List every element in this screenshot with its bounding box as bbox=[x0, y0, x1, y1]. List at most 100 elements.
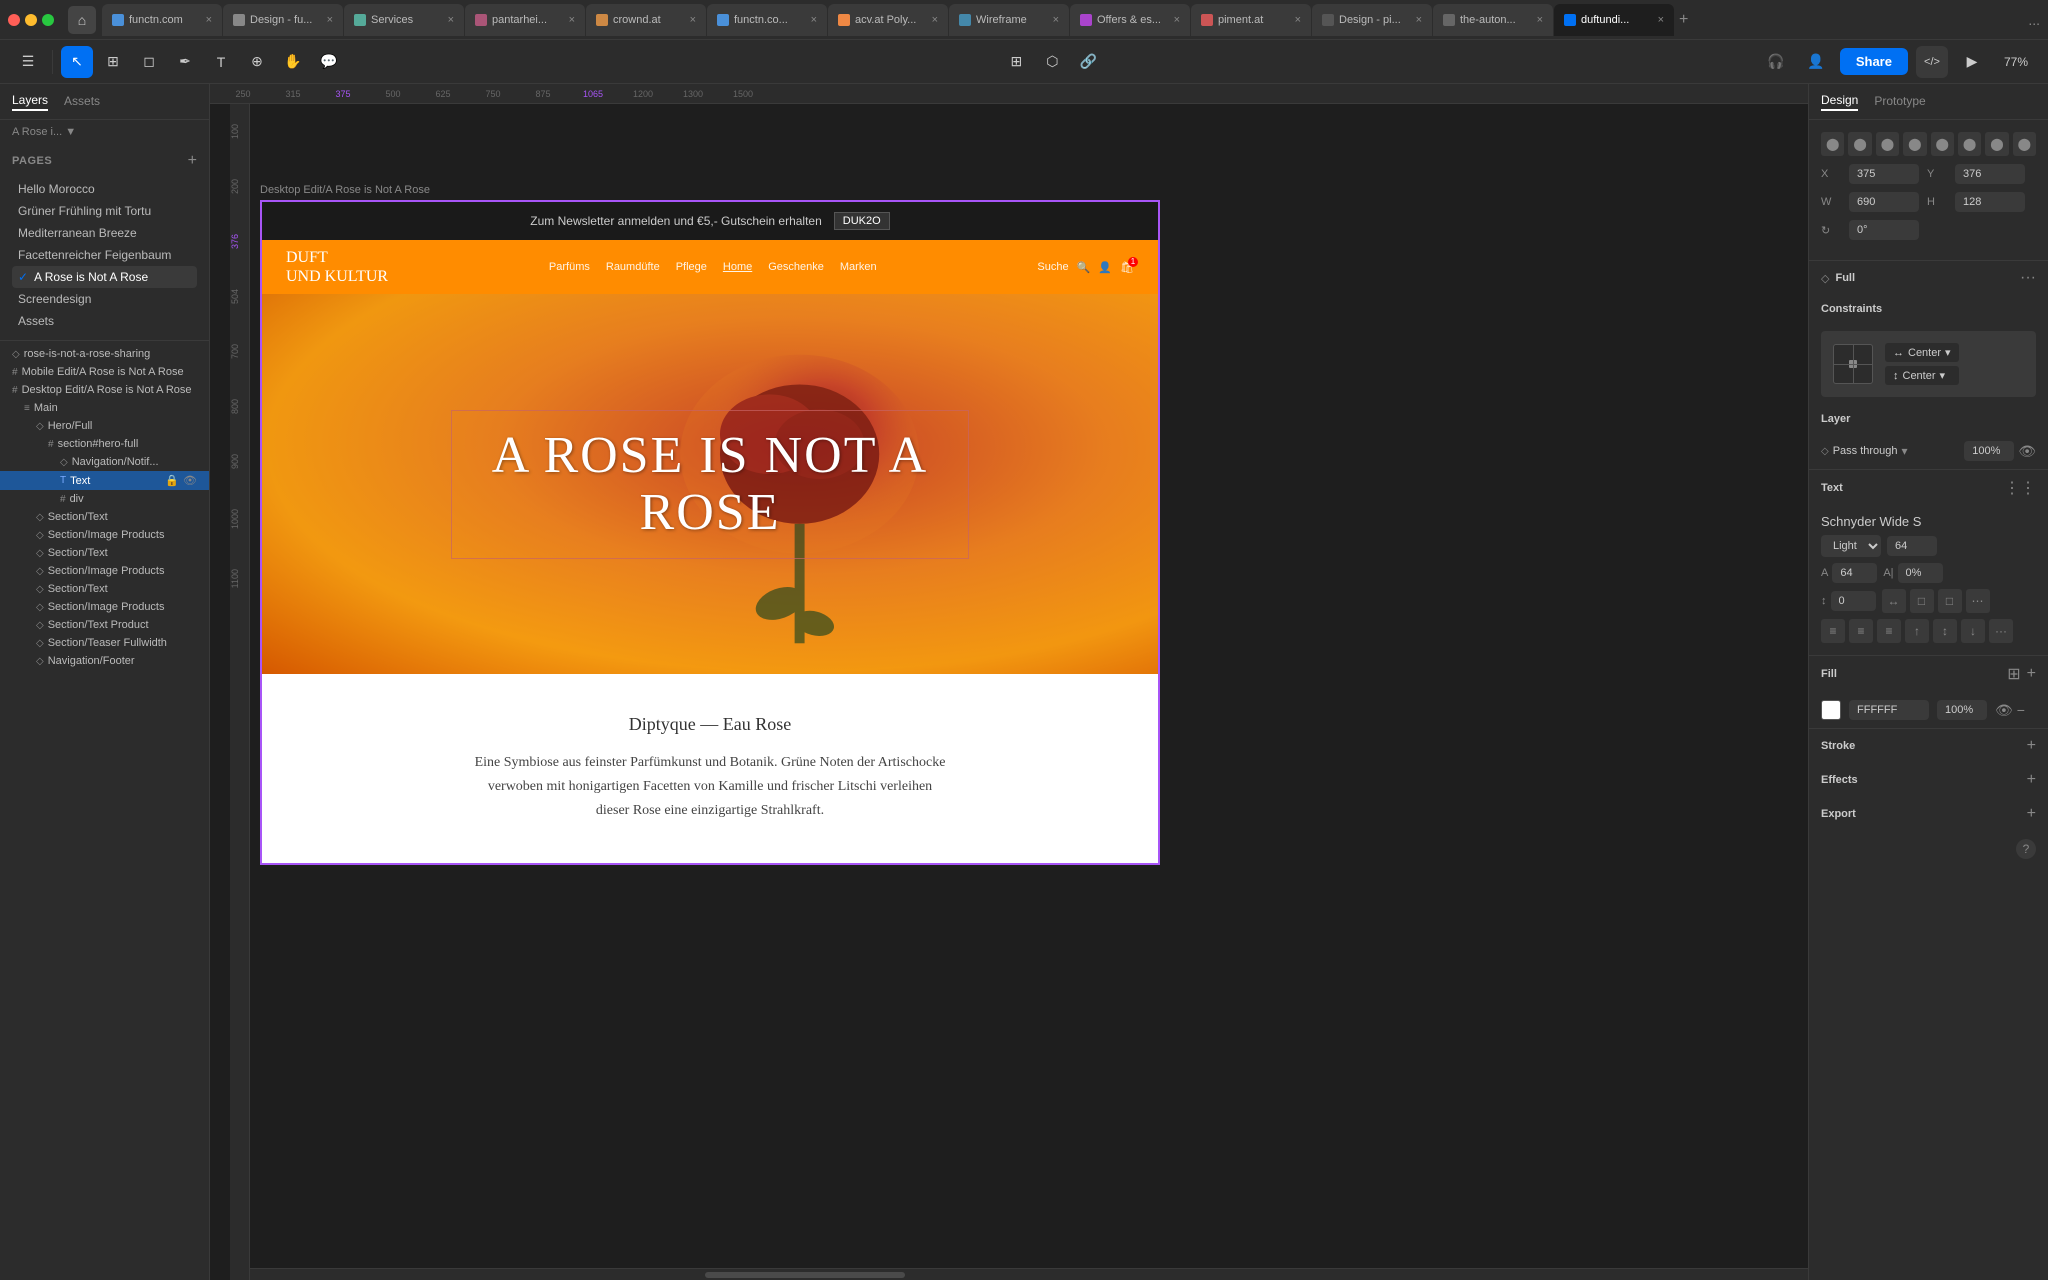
align-text-right-button[interactable]: ≡ bbox=[1877, 619, 1901, 643]
text-tool-button[interactable]: T bbox=[205, 46, 237, 78]
browser-tab[interactable]: functn.com× bbox=[102, 4, 222, 36]
cart-icon[interactable]: 🛍1 bbox=[1120, 261, 1134, 274]
text-more-button[interactable]: ⋯ bbox=[1966, 589, 1990, 613]
nav-link[interactable]: Raumdüfte bbox=[606, 261, 660, 273]
pen-tool-button[interactable]: ✒ bbox=[169, 46, 201, 78]
headphone-icon[interactable]: 🎧 bbox=[1760, 46, 1792, 78]
font-weight-select[interactable]: Light bbox=[1821, 535, 1881, 557]
layer-item[interactable]: ◇ Section/Text bbox=[0, 508, 209, 526]
browser-tab[interactable]: acv.at Poly...× bbox=[828, 4, 948, 36]
resize-auto-width-button[interactable]: ↔ bbox=[1882, 589, 1906, 613]
distribute-h-button[interactable]: ⬤ bbox=[1985, 132, 2008, 156]
constraint-v-select[interactable]: ↕ Center ▾ bbox=[1885, 366, 1959, 385]
font-size-input[interactable] bbox=[1887, 536, 1937, 556]
code-view-button[interactable]: </> bbox=[1916, 46, 1948, 78]
page-item[interactable]: Mediterranean Breeze bbox=[12, 222, 197, 244]
nav-link[interactable]: Pflege bbox=[676, 261, 707, 273]
browser-tab[interactable]: Design - fu...× bbox=[223, 4, 343, 36]
fill-opacity-input[interactable] bbox=[1937, 700, 1987, 720]
align-text-top-button[interactable]: ↑ bbox=[1905, 619, 1929, 643]
line-height-input[interactable] bbox=[1832, 563, 1877, 583]
menu-button[interactable]: ☰ bbox=[12, 46, 44, 78]
frame-tool-button[interactable]: ⊞ bbox=[97, 46, 129, 78]
nav-link[interactable]: Home bbox=[723, 261, 752, 273]
layer-item[interactable]: ◇ Section/Teaser Fullwidth bbox=[0, 634, 209, 652]
blend-mode-select[interactable]: ◇ Pass through ▾ bbox=[1821, 444, 1908, 458]
align-center-h-button[interactable]: ⬤ bbox=[1848, 132, 1871, 156]
layer-item[interactable]: ◇ Navigation/Notif... bbox=[0, 453, 209, 471]
layer-item[interactable]: # Desktop Edit/A Rose is Not A Rose bbox=[0, 381, 209, 399]
add-page-button[interactable]: + bbox=[188, 152, 197, 170]
layer-item[interactable]: ◇ Section/Image Products bbox=[0, 526, 209, 544]
resize-fixed-button[interactable]: □ bbox=[1910, 589, 1934, 613]
align-text-bottom-button[interactable]: ↓ bbox=[1961, 619, 1985, 643]
rotation-input[interactable] bbox=[1849, 220, 1919, 240]
page-item-active[interactable]: ✓ A Rose is Not A Rose bbox=[12, 266, 197, 288]
play-button[interactable]: ▶ bbox=[1956, 46, 1988, 78]
browser-tab[interactable]: Offers & es...× bbox=[1070, 4, 1190, 36]
shape-tool-button[interactable]: ◻ bbox=[133, 46, 165, 78]
panel-breadcrumb[interactable]: A Rose i... ▼ bbox=[0, 120, 209, 144]
browser-tab[interactable]: pantarhei...× bbox=[465, 4, 585, 36]
horizontal-scrollbar[interactable] bbox=[230, 1268, 1808, 1280]
page-item[interactable]: Grüner Frühling mit Tortu bbox=[12, 200, 197, 222]
design-tab[interactable]: Design bbox=[1821, 93, 1858, 111]
share-button[interactable]: Share bbox=[1840, 48, 1908, 75]
link-button[interactable]: 🔗 bbox=[1072, 46, 1104, 78]
browser-tab[interactable]: crownd.at× bbox=[586, 4, 706, 36]
page-item[interactable]: Hello Morocco bbox=[12, 178, 197, 200]
visibility-toggle-button[interactable]: 👁 bbox=[2018, 443, 2036, 460]
effects-add-button[interactable]: + bbox=[2027, 771, 2036, 789]
help-button[interactable]: ? bbox=[2016, 839, 2036, 859]
layer-item[interactable]: ◇ Section/Image Products bbox=[0, 598, 209, 616]
letter-spacing-input[interactable] bbox=[1898, 563, 1943, 583]
browser-tab-active[interactable]: duftundi...× bbox=[1554, 4, 1674, 36]
design-frame[interactable]: Zum Newsletter anmelden und €5,- Gutsche… bbox=[260, 200, 1160, 865]
browser-tab[interactable]: functn.co...× bbox=[707, 4, 827, 36]
page-item[interactable]: Facettenreicher Feigenbaum bbox=[12, 244, 197, 266]
fill-visibility-button[interactable]: 👁 bbox=[1995, 702, 2013, 719]
align-top-button[interactable]: ⬤ bbox=[1903, 132, 1926, 156]
tabs-more-icon[interactable]: ... bbox=[2028, 12, 2040, 28]
browser-tab[interactable]: Services× bbox=[344, 4, 464, 36]
nav-link[interactable]: Parfüms bbox=[549, 261, 590, 273]
component-tool-button[interactable]: ⊕ bbox=[241, 46, 273, 78]
align-right-button[interactable]: ⬤ bbox=[1876, 132, 1899, 156]
page-item[interactable]: Screendesign bbox=[12, 288, 197, 310]
export-add-button[interactable]: + bbox=[2027, 805, 2036, 823]
layer-item[interactable]: ◇ Section/Text Product bbox=[0, 616, 209, 634]
page-item[interactable]: Assets bbox=[12, 310, 197, 332]
width-input[interactable] bbox=[1849, 192, 1919, 212]
distribute-v-button[interactable]: ⬤ bbox=[2013, 132, 2036, 156]
para-before-input[interactable] bbox=[1831, 591, 1876, 611]
layer-item[interactable]: ◇ rose-is-not-a-rose-sharing bbox=[0, 345, 209, 363]
stroke-add-button[interactable]: + bbox=[2027, 737, 2036, 755]
align-text-center-button[interactable]: ≡ bbox=[1849, 619, 1873, 643]
nav-link[interactable]: Marken bbox=[840, 261, 877, 273]
hand-tool-button[interactable]: ✋ bbox=[277, 46, 309, 78]
user-icon[interactable]: 👤 bbox=[1098, 261, 1112, 274]
layer-item[interactable]: ◇ Section/Text bbox=[0, 544, 209, 562]
browser-tab[interactable]: the-auton...× bbox=[1433, 4, 1553, 36]
move-tool-button[interactable]: ↖ bbox=[61, 46, 93, 78]
browser-tab[interactable]: Wireframe× bbox=[949, 4, 1069, 36]
align-bottom-button[interactable]: ⬤ bbox=[1958, 132, 1981, 156]
layer-item[interactable]: # div bbox=[0, 490, 209, 508]
maximize-button[interactable] bbox=[42, 14, 54, 26]
layout-grid-button[interactable]: ⊞ bbox=[1000, 46, 1032, 78]
layers-tab[interactable]: Layers bbox=[12, 93, 48, 111]
text-options-button[interactable]: ⋮⋮ bbox=[2004, 478, 2036, 498]
layer-item[interactable]: ◇ Navigation/Footer bbox=[0, 652, 209, 670]
layer-item-active[interactable]: T Text 🔒 👁 bbox=[0, 471, 209, 490]
opacity-input[interactable] bbox=[1964, 441, 2014, 461]
browser-tab[interactable]: piment.at× bbox=[1191, 4, 1311, 36]
comment-tool-button[interactable]: 💬 bbox=[313, 46, 345, 78]
layer-item[interactable]: ◇ Hero/Full bbox=[0, 417, 209, 435]
fill-color-swatch[interactable] bbox=[1821, 700, 1841, 720]
x-input[interactable] bbox=[1849, 164, 1919, 184]
fill-hex-input[interactable] bbox=[1849, 700, 1929, 720]
browser-tab[interactable]: Design - pi...× bbox=[1312, 4, 1432, 36]
prototype-tab[interactable]: Prototype bbox=[1874, 94, 1925, 110]
search-icon[interactable]: 🔍 bbox=[1077, 261, 1091, 274]
plugins-button[interactable]: ⬡ bbox=[1036, 46, 1068, 78]
